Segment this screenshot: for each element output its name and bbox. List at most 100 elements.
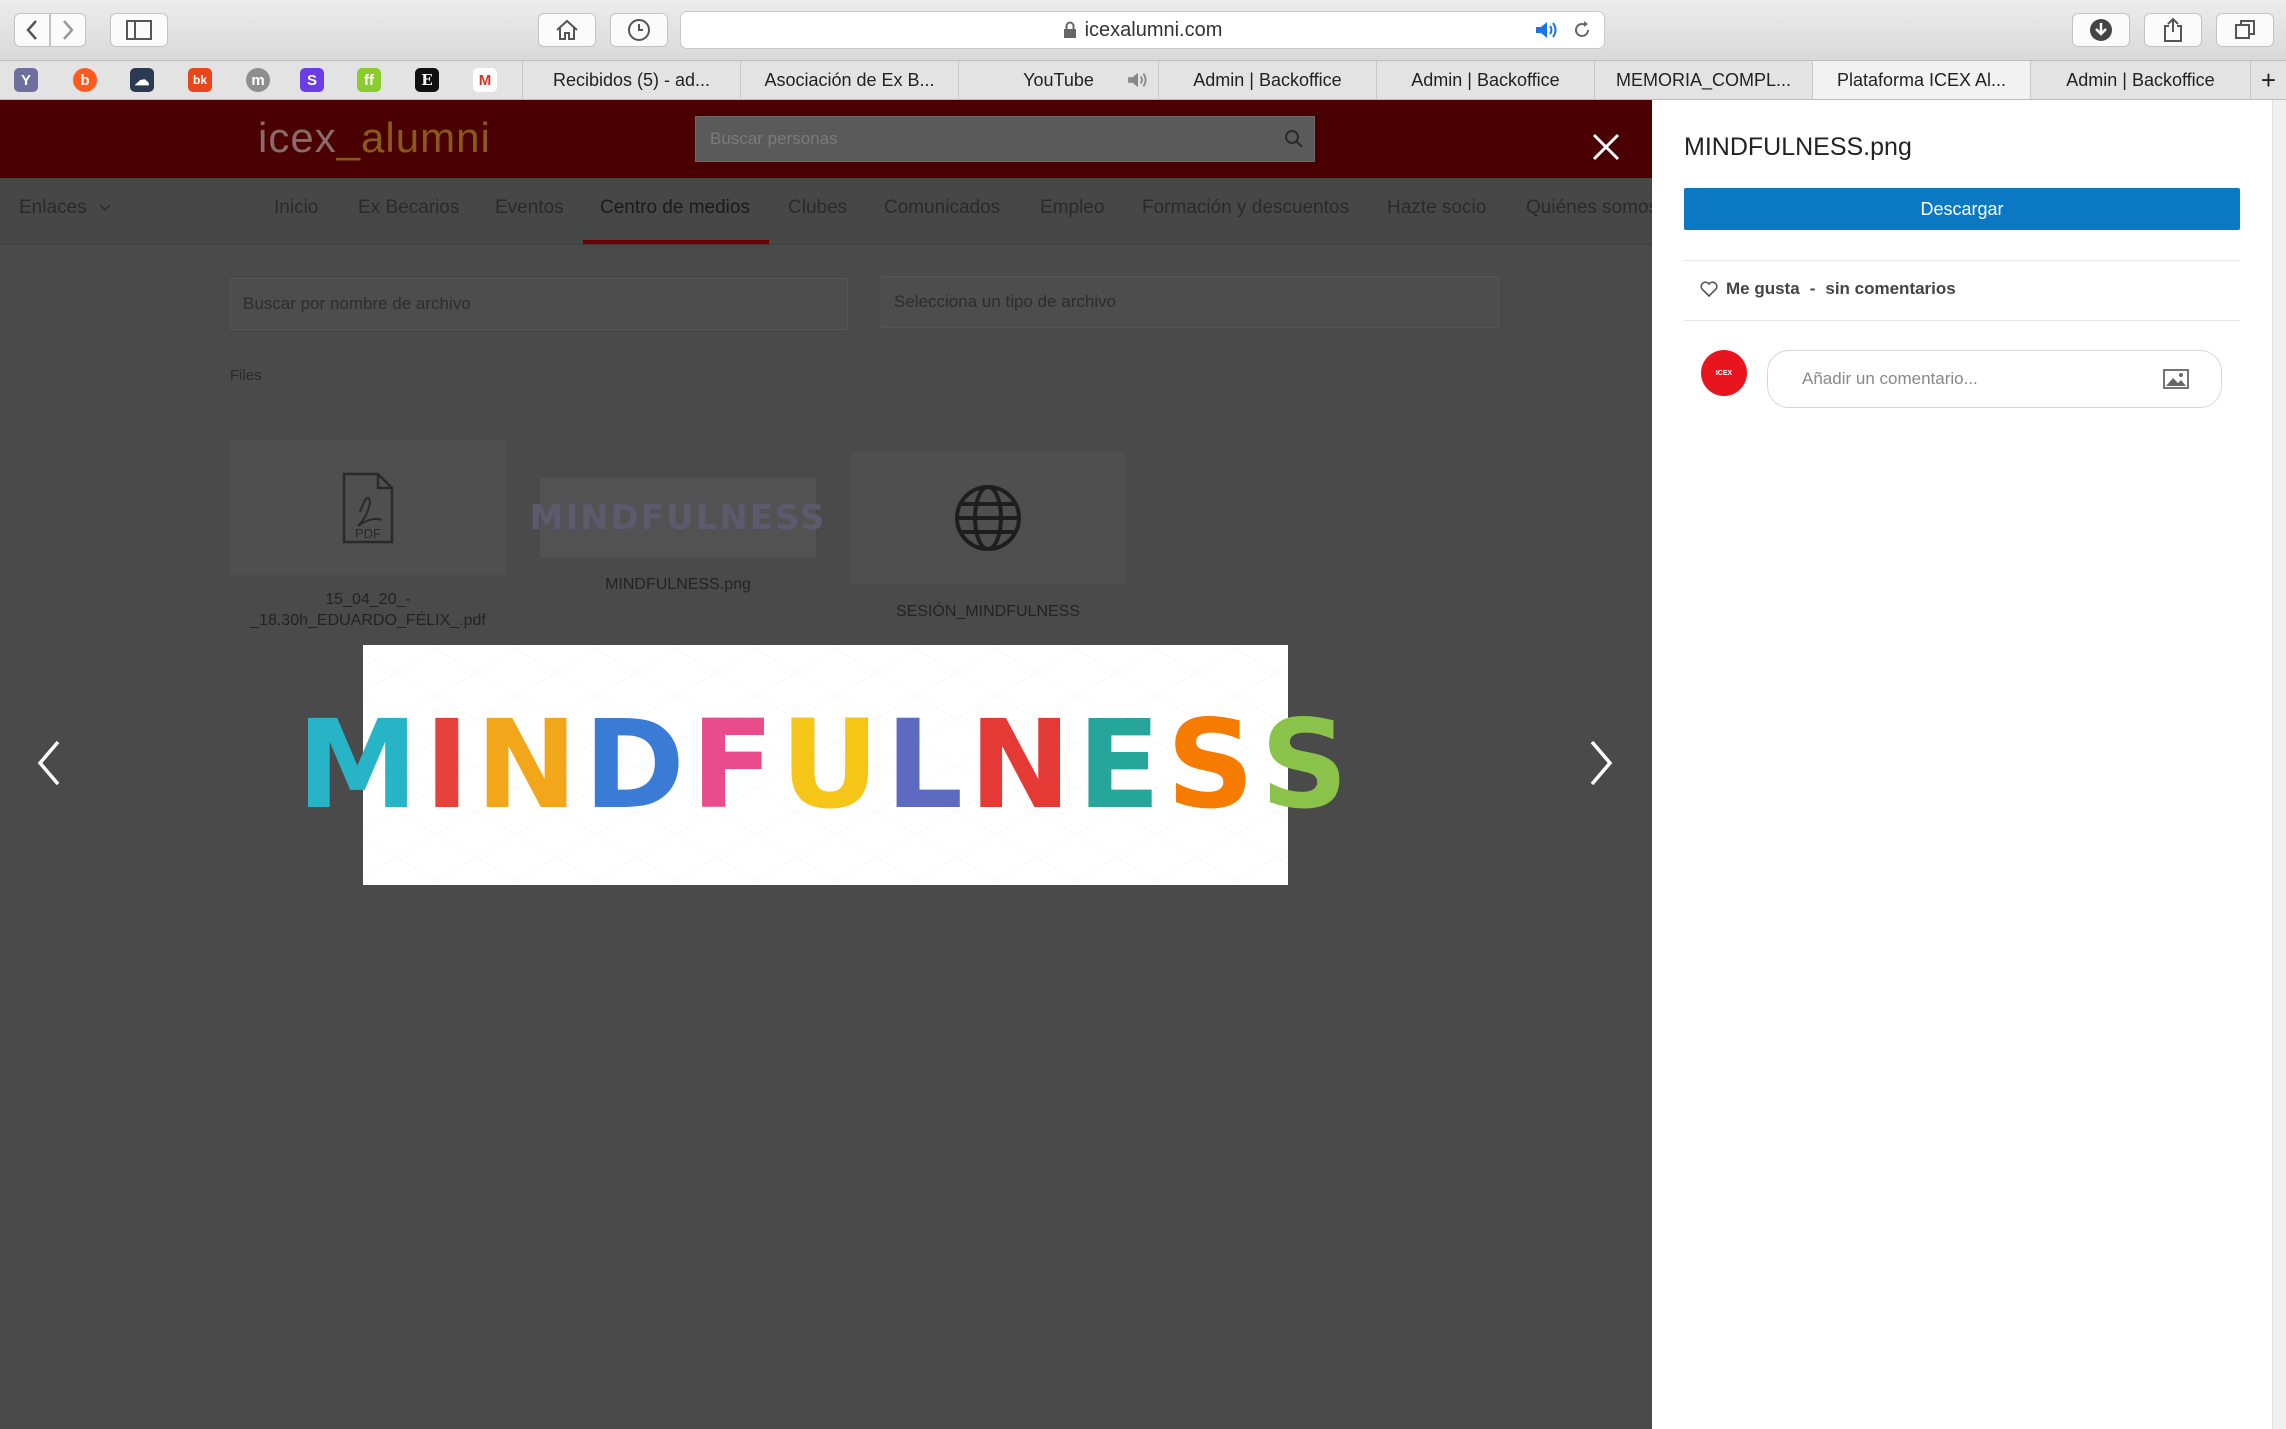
forward-button[interactable] — [50, 13, 86, 47]
tabs-overview-button[interactable] — [2216, 13, 2274, 47]
nav-formacion[interactable]: Formación y descuentos — [1142, 197, 1349, 219]
pdf-badge: PDF — [355, 526, 381, 541]
file-name-pdf[interactable]: 15_04_20_- _18.30h_EDUARDO_FÉLIX_.pdf — [230, 589, 506, 631]
tab-label: Asociación de Ex B... — [764, 69, 935, 90]
browser-toolbar: icexalumni.com — [0, 0, 2286, 61]
file-title: MINDFULNESS.png — [1684, 133, 1912, 161]
bookmark-onedrive-icon[interactable]: ☁ — [130, 68, 154, 92]
links-dropdown[interactable]: Enlaces — [19, 197, 112, 219]
speaker-icon[interactable] — [1534, 20, 1560, 40]
file-type-select[interactable]: Selecciona un tipo de archivo — [881, 276, 1499, 328]
logo-text: icex — [258, 114, 337, 161]
nav-inicio[interactable]: Inicio — [274, 197, 318, 219]
bookmark-glyph: ff — [364, 71, 374, 89]
nav-centro-de-medios[interactable]: Centro de medios — [600, 197, 750, 219]
file-name-image[interactable]: MINDFULNESS.png — [540, 574, 816, 595]
nav-label: Comunicados — [884, 197, 1001, 218]
bookmark-s-icon[interactable]: S — [300, 68, 324, 92]
nav-label: Centro de medios — [600, 197, 750, 218]
file-type-placeholder: Selecciona un tipo de archivo — [894, 292, 1117, 311]
preview-word: MINDFULNESS — [297, 704, 1355, 826]
logo-accent-text: _alumni — [336, 114, 491, 161]
divider — [1684, 320, 2240, 321]
preview-letter: N — [969, 694, 1078, 836]
sidebar-icon — [126, 20, 152, 40]
globe-icon — [955, 485, 1021, 551]
tab-memoria[interactable]: MEMORIA_COMPL... — [1594, 61, 1812, 99]
file-name-link[interactable]: SESIÓN_MINDFULNESS — [850, 601, 1126, 622]
scrollbar[interactable] — [2272, 100, 2286, 1429]
preview-letter: F — [690, 694, 781, 836]
history-button[interactable] — [610, 13, 668, 47]
download-button[interactable]: Descargar — [1684, 188, 2240, 230]
new-tab-button[interactable]: + — [2250, 61, 2286, 99]
site-logo[interactable]: icex_alumni — [258, 114, 491, 162]
nav-clubes[interactable]: Clubes — [788, 197, 847, 219]
downloads-button[interactable] — [2072, 13, 2130, 47]
previous-arrow-icon[interactable] — [30, 738, 70, 788]
tab-recibidos[interactable]: Recibidos (5) - ad... — [522, 61, 740, 99]
nav-label: Formación y descuentos — [1142, 197, 1349, 218]
bookmark-glyph: Y — [20, 71, 31, 89]
nav-label: Quiénes somos — [1526, 197, 1652, 218]
home-icon — [556, 19, 578, 40]
people-search-input[interactable]: Buscar personas — [695, 116, 1315, 162]
sidebar-toggle-button[interactable] — [110, 13, 168, 47]
back-button[interactable] — [14, 13, 50, 47]
comment-input[interactable]: Añadir un comentario... — [1767, 350, 2222, 408]
home-button[interactable] — [538, 13, 596, 47]
image-upload-icon[interactable] — [2163, 369, 2189, 389]
bookmark-e-icon[interactable]: E — [415, 68, 439, 92]
file-card-pdf[interactable]: PDF — [230, 440, 506, 575]
reload-icon[interactable] — [1572, 20, 1592, 40]
close-icon[interactable] — [1590, 131, 1622, 163]
preview-letter: M — [296, 694, 425, 836]
tabs-icon — [2235, 20, 2255, 39]
bookmark-glyph: ☁ — [134, 72, 150, 89]
bookmark-bk-icon[interactable]: bk — [188, 68, 212, 92]
comment-placeholder: Añadir un comentario... — [1802, 369, 1978, 388]
plus-icon: + — [2260, 64, 2277, 95]
nav-comunicados[interactable]: Comunicados — [884, 197, 1000, 219]
heart-icon[interactable] — [1700, 281, 1718, 297]
nav-active-indicator — [583, 240, 769, 244]
tab-admin-1[interactable]: Admin | Backoffice — [1158, 61, 1376, 99]
separator: - — [1809, 279, 1816, 298]
like-label[interactable]: Me gusta — [1726, 279, 1800, 299]
download-icon — [2090, 19, 2112, 41]
bookmark-ff-icon[interactable]: ff — [357, 68, 381, 92]
chevron-right-icon — [63, 20, 74, 40]
share-button[interactable] — [2144, 13, 2202, 47]
file-card-image[interactable]: MINDFULNESS — [530, 478, 824, 558]
bookmark-badoo-icon[interactable]: b — [73, 68, 97, 92]
tab-label: Admin | Backoffice — [1193, 69, 1342, 90]
tab-admin-3[interactable]: Admin | Backoffice — [2030, 61, 2250, 99]
files-heading: Files — [230, 367, 262, 384]
nav-hazte-socio[interactable]: Hazte socio — [1387, 197, 1486, 219]
nav-label: Hazte socio — [1387, 197, 1487, 218]
nav-label: Ex Becarios — [358, 197, 460, 218]
tab-asociacion[interactable]: Asociación de Ex B... — [740, 61, 958, 99]
tab-label: Admin | Backoffice — [2066, 69, 2215, 90]
bookmark-yahoo-icon[interactable]: Y — [14, 68, 38, 92]
tab-label: Admin | Backoffice — [1411, 69, 1560, 90]
nav-eventos[interactable]: Eventos — [495, 197, 564, 219]
comments-label: sin comentarios — [1825, 279, 1956, 298]
bookmark-gmail-icon[interactable]: M — [473, 68, 497, 92]
nav-quienes-somos[interactable]: Quiénes somos — [1526, 197, 1652, 219]
bookmark-glyph: S — [306, 71, 317, 89]
file-card-link[interactable] — [850, 452, 1126, 584]
tab-admin-2[interactable]: Admin | Backoffice — [1376, 61, 1594, 99]
preview-letter: N — [475, 694, 584, 836]
bookmark-medium-icon[interactable]: m — [246, 68, 270, 92]
next-arrow-icon[interactable] — [1580, 738, 1620, 788]
nav-ex-becarios[interactable]: Ex Becarios — [358, 197, 459, 219]
tab-youtube[interactable]: YouTube — [958, 61, 1158, 99]
speaker-icon[interactable] — [1126, 71, 1150, 89]
tab-plataforma-icex[interactable]: Plataforma ICEX Al... — [1812, 61, 2030, 99]
share-icon — [2164, 17, 2182, 42]
nav-empleo[interactable]: Empleo — [1040, 197, 1104, 219]
image-preview: MINDFULNESS — [297, 645, 1348, 885]
address-bar[interactable]: icexalumni.com — [680, 11, 1605, 49]
file-name-search-input[interactable]: Buscar por nombre de archivo — [230, 278, 848, 330]
